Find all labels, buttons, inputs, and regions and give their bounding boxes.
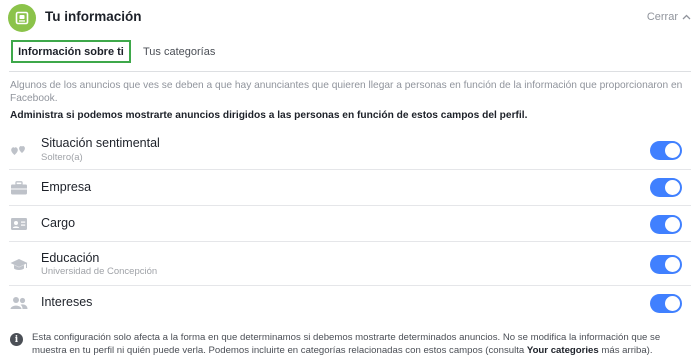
profile-field-row: Educación Universidad de Concepción: [9, 242, 691, 286]
section-header: Tu información Cerrar: [0, 0, 700, 36]
people-icon: [10, 297, 28, 309]
field-value: Soltero(a): [41, 152, 83, 163]
company-toggle[interactable]: [650, 178, 682, 197]
section-title: Tu información: [45, 9, 142, 24]
field-label: Situación sentimental: [41, 136, 160, 150]
close-label: Cerrar: [646, 11, 678, 23]
education-toggle[interactable]: [650, 255, 682, 274]
toggle-knob: [665, 143, 680, 158]
profile-field-row: Cargo: [9, 206, 691, 242]
hearts-icon: [11, 146, 25, 155]
toggle-knob: [665, 257, 680, 272]
profile-field-row: Intereses: [9, 286, 691, 322]
relationship-toggle[interactable]: [650, 141, 682, 160]
toggle-knob: [665, 217, 680, 232]
fields-heading: Administra si podemos mostrarte anuncios…: [10, 110, 528, 121]
tab-about-you[interactable]: Información sobre ti: [11, 40, 131, 63]
id-card-icon: [11, 218, 27, 230]
tab-your-categories[interactable]: Tus categorías: [143, 40, 215, 63]
field-label: Educación: [41, 251, 100, 265]
interests-toggle[interactable]: [650, 294, 682, 313]
close-button[interactable]: Cerrar: [647, 11, 691, 23]
chevron-up-icon: [682, 14, 691, 20]
footer-text-part: más arriba).: [598, 344, 653, 356]
info-card-icon: [8, 4, 36, 32]
field-label: Empresa: [41, 180, 92, 194]
footer-text: Esta configuración solo afecta a la form…: [32, 332, 694, 357]
graduation-cap-icon: [10, 259, 28, 270]
profile-field-row: Situación sentimental Soltero(a): [9, 133, 691, 170]
intro-text: Algunos de los anuncios que ves se deben…: [10, 80, 683, 104]
field-label: Intereses: [41, 295, 93, 309]
briefcase-icon: [11, 181, 27, 195]
field-label: Cargo: [41, 216, 76, 230]
toggle-knob: [665, 180, 680, 195]
job-title-toggle[interactable]: [650, 215, 682, 234]
toggle-knob: [665, 296, 680, 311]
profile-field-row: Empresa: [9, 170, 691, 206]
info-icon: i: [10, 333, 23, 346]
field-value: Universidad de Concepción: [41, 266, 158, 277]
divider: [9, 71, 691, 72]
your-categories-link[interactable]: Your categories: [527, 345, 599, 356]
